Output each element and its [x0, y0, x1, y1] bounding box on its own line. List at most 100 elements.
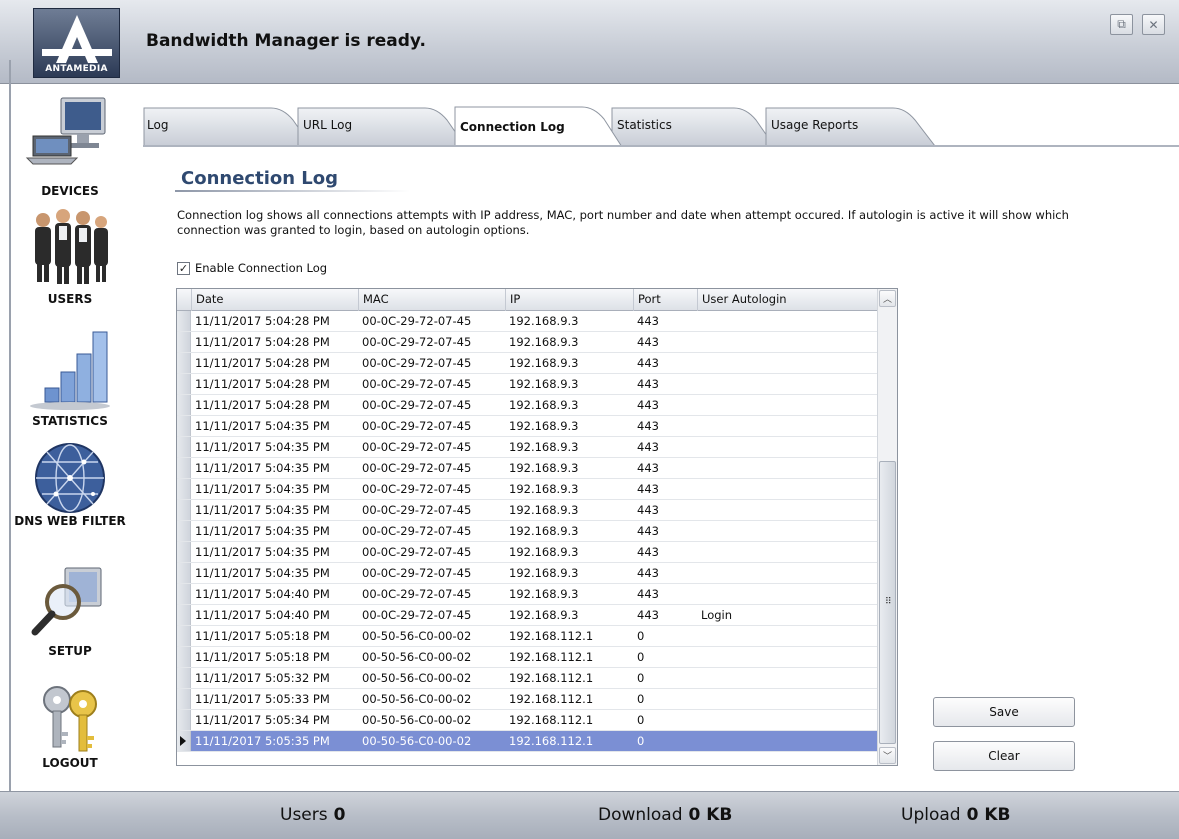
bar-chart-icon — [25, 326, 115, 414]
table-row[interactable]: 11/11/2017 5:05:34 PM 00-50-56-C0-00-02 19… — [177, 710, 877, 731]
sidebar-item-users[interactable]: USERS — [0, 204, 140, 306]
row-selector[interactable] — [177, 542, 191, 562]
cell-date: 11/11/2017 5:04:35 PM — [195, 440, 330, 454]
cell-port: 443 — [637, 524, 659, 538]
cell-ip: 192.168.9.3 — [509, 356, 579, 370]
table-row[interactable]: 11/11/2017 5:04:40 PM 00-0C-29-72-07-45 19… — [177, 584, 877, 605]
restore-button[interactable]: ⧉ — [1110, 14, 1133, 35]
cell-date: 11/11/2017 5:04:35 PM — [195, 419, 330, 433]
users-stat: Users 0 — [280, 805, 345, 825]
cell-mac: 00-50-56-C0-00-02 — [362, 671, 472, 685]
cell-port: 443 — [637, 461, 659, 475]
table-row[interactable]: 11/11/2017 5:05:32 PM 00-50-56-C0-00-02 19… — [177, 668, 877, 689]
table-row[interactable]: 11/11/2017 5:04:35 PM 00-0C-29-72-07-45 19… — [177, 416, 877, 437]
sidebar-item-setup[interactable]: SETUP — [0, 564, 140, 658]
table-row[interactable]: 11/11/2017 5:04:35 PM 00-0C-29-72-07-45 19… — [177, 437, 877, 458]
cell-ip: 192.168.9.3 — [509, 503, 579, 517]
download-label: Download — [598, 805, 683, 825]
cell-date: 11/11/2017 5:04:35 PM — [195, 482, 330, 496]
scroll-down-button[interactable]: ﹀ — [879, 747, 896, 764]
save-button[interactable]: Save — [933, 697, 1075, 727]
row-selector[interactable] — [177, 437, 191, 457]
table-row[interactable]: 11/11/2017 5:04:35 PM 00-0C-29-72-07-45 19… — [177, 479, 877, 500]
tab-statistics[interactable]: Statistics — [611, 106, 776, 146]
close-button[interactable]: ✕ — [1142, 14, 1165, 35]
tab-url-log-label: URL Log — [303, 118, 353, 132]
row-selector[interactable] — [177, 689, 191, 709]
row-selector[interactable] — [177, 710, 191, 730]
table-row[interactable]: 11/11/2017 5:05:18 PM 00-50-56-C0-00-02 19… — [177, 647, 877, 668]
row-selector[interactable] — [177, 395, 191, 415]
current-row-pointer-icon — [180, 736, 186, 746]
table-row[interactable]: 11/11/2017 5:05:33 PM 00-50-56-C0-00-02 19… — [177, 689, 877, 710]
row-selector[interactable] — [177, 605, 191, 625]
enable-connection-log-row[interactable]: ✓ Enable Connection Log — [177, 261, 327, 275]
header-row-selector — [177, 289, 191, 311]
cell-port: 0 — [637, 692, 645, 706]
sidebar-item-logout[interactable]: LOGOUT — [0, 680, 140, 770]
row-selector[interactable] — [177, 353, 191, 373]
clear-button[interactable]: Clear — [933, 741, 1075, 771]
cell-mac: 00-50-56-C0-00-02 — [362, 734, 472, 748]
cell-mac: 00-0C-29-72-07-45 — [362, 377, 472, 391]
sidebar-item-dns-web-filter[interactable]: DNS WEB FILTER — [0, 442, 140, 528]
cell-port: 443 — [637, 587, 659, 601]
column-header-ip[interactable]: IP — [505, 289, 633, 311]
tab-connection-log[interactable]: Connection Log — [454, 106, 624, 147]
cell-date: 11/11/2017 5:05:33 PM — [195, 692, 330, 706]
row-selector[interactable] — [177, 416, 191, 436]
row-selector[interactable] — [177, 647, 191, 667]
vertical-scrollbar[interactable]: ︿ ⠿ ﹀ — [877, 289, 897, 765]
cell-ip: 192.168.112.1 — [509, 713, 594, 727]
table-row[interactable]: 11/11/2017 5:04:28 PM 00-0C-29-72-07-45 19… — [177, 311, 877, 332]
table-row[interactable]: 11/11/2017 5:04:28 PM 00-0C-29-72-07-45 19… — [177, 353, 877, 374]
row-selector[interactable] — [177, 626, 191, 646]
row-selector[interactable] — [177, 311, 191, 331]
row-selector[interactable] — [177, 668, 191, 688]
column-header-mac[interactable]: MAC — [358, 289, 505, 311]
cell-date: 11/11/2017 5:04:28 PM — [195, 356, 330, 370]
tab-url-log[interactable]: URL Log — [297, 106, 467, 146]
row-selector[interactable] — [177, 500, 191, 520]
cell-port: 443 — [637, 314, 659, 328]
table-row[interactable]: 11/11/2017 5:04:35 PM 00-0C-29-72-07-45 19… — [177, 563, 877, 584]
cell-ip: 192.168.9.3 — [509, 314, 579, 328]
table-row[interactable]: 11/11/2017 5:04:28 PM 00-0C-29-72-07-45 19… — [177, 395, 877, 416]
table-row[interactable]: 11/11/2017 5:04:35 PM 00-0C-29-72-07-45 19… — [177, 458, 877, 479]
cell-mac: 00-0C-29-72-07-45 — [362, 524, 472, 538]
connection-log-table[interactable]: Date MAC IP Port User Autologin 11/11/20… — [176, 288, 898, 766]
cell-mac: 00-0C-29-72-07-45 — [362, 356, 472, 370]
sidebar-item-statistics[interactable]: STATISTICS — [0, 326, 140, 428]
sidebar-item-devices[interactable]: DEVICES — [0, 94, 140, 198]
tab-log[interactable]: Log — [143, 106, 313, 146]
table-row[interactable]: 11/11/2017 5:05:35 PM 00-50-56-C0-00-02 19… — [177, 731, 877, 752]
table-row[interactable]: 11/11/2017 5:04:40 PM 00-0C-29-72-07-45 19… — [177, 605, 877, 626]
table-row[interactable]: 11/11/2017 5:05:18 PM 00-50-56-C0-00-02 19… — [177, 626, 877, 647]
row-selector[interactable] — [177, 521, 191, 541]
row-selector[interactable] — [177, 584, 191, 604]
cell-user-autologin — [697, 521, 877, 542]
cell-port: 443 — [637, 356, 659, 370]
enable-connection-log-checkbox[interactable]: ✓ — [177, 261, 190, 275]
cell-mac: 00-0C-29-72-07-45 — [362, 398, 472, 412]
column-header-user-autologin[interactable]: User Autologin — [697, 289, 877, 311]
sidebar-label-logout: LOGOUT — [42, 756, 98, 770]
scroll-thumb[interactable]: ⠿ — [879, 461, 896, 744]
table-row[interactable]: 11/11/2017 5:04:35 PM 00-0C-29-72-07-45 19… — [177, 500, 877, 521]
page-description: Connection log shows all connections att… — [177, 208, 1069, 237]
row-selector[interactable] — [177, 458, 191, 478]
table-row[interactable]: 11/11/2017 5:04:35 PM 00-0C-29-72-07-45 19… — [177, 521, 877, 542]
table-row[interactable]: 11/11/2017 5:04:35 PM 00-0C-29-72-07-45 19… — [177, 542, 877, 563]
cell-date: 11/11/2017 5:05:35 PM — [195, 734, 330, 748]
scroll-up-button[interactable]: ︿ — [879, 290, 896, 307]
row-selector[interactable] — [177, 563, 191, 583]
row-selector[interactable] — [177, 332, 191, 352]
table-row[interactable]: 11/11/2017 5:04:28 PM 00-0C-29-72-07-45 19… — [177, 374, 877, 395]
row-selector[interactable] — [177, 731, 191, 751]
tab-usage-reports[interactable]: Usage Reports — [765, 106, 937, 146]
column-header-date[interactable]: Date — [191, 289, 358, 311]
row-selector[interactable] — [177, 374, 191, 394]
column-header-port[interactable]: Port — [633, 289, 697, 311]
row-selector[interactable] — [177, 479, 191, 499]
table-row[interactable]: 11/11/2017 5:04:28 PM 00-0C-29-72-07-45 19… — [177, 332, 877, 353]
